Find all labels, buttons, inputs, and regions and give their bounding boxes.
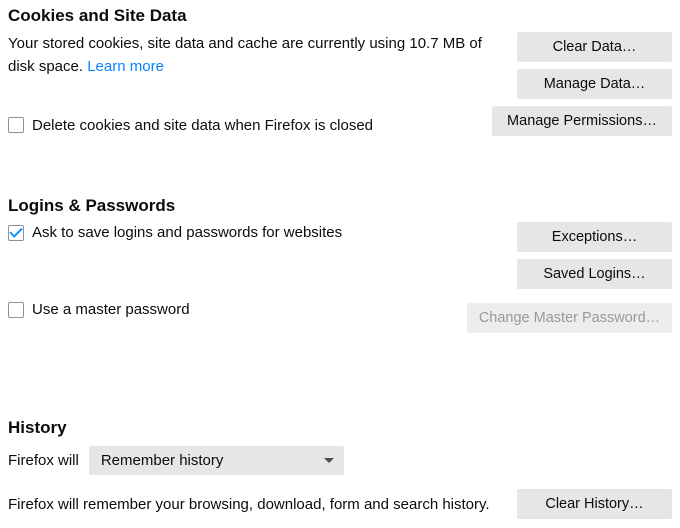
ask-save-label: Ask to save logins and passwords for web… [32, 224, 342, 241]
master-password-label: Use a master password [32, 301, 190, 318]
manage-permissions-button[interactable]: Manage Permissions… [492, 106, 672, 136]
logins-section: Logins & Passwords Ask to save logins an… [8, 196, 672, 333]
history-section: History Firefox will Remember history Fi… [8, 418, 672, 519]
cookies-row: Your stored cookies, site data and cache… [8, 32, 672, 136]
caret-down-icon [324, 458, 334, 463]
history-summary: Firefox will remember your browsing, dow… [8, 496, 490, 513]
history-mode-select[interactable]: Remember history [89, 446, 344, 475]
master-password-checkbox[interactable] [8, 302, 24, 318]
saved-logins-button[interactable]: Saved Logins… [517, 259, 672, 289]
clear-data-button[interactable]: Clear Data… [517, 32, 672, 62]
history-prefix: Firefox will [8, 452, 79, 469]
delete-on-close-label: Delete cookies and site data when Firefo… [32, 117, 373, 134]
cookies-heading: Cookies and Site Data [8, 6, 672, 26]
logins-row: Ask to save logins and passwords for web… [8, 222, 672, 333]
cookies-description: Your stored cookies, site data and cache… [8, 35, 482, 75]
ask-save-checkbox[interactable] [8, 225, 24, 241]
cookies-section: Cookies and Site Data Your stored cookie… [8, 6, 672, 136]
manage-data-button[interactable]: Manage Data… [517, 69, 672, 99]
history-mode-value: Remember history [101, 452, 224, 469]
change-master-password-button: Change Master Password… [467, 303, 672, 333]
learn-more-link[interactable]: Learn more [87, 58, 164, 75]
delete-on-close-checkbox[interactable] [8, 117, 24, 133]
clear-history-button[interactable]: Clear History… [517, 489, 672, 519]
exceptions-button[interactable]: Exceptions… [517, 222, 672, 252]
logins-heading: Logins & Passwords [8, 196, 672, 216]
history-heading: History [8, 418, 672, 438]
